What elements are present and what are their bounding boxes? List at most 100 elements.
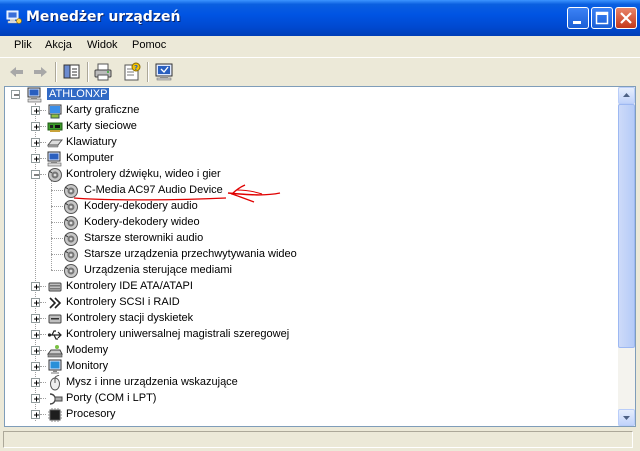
tree-connector [40, 350, 46, 351]
tree-category-row[interactable]: Kontrolery SCSI i RAID [31, 295, 591, 311]
tree-category-row[interactable]: Mysz i inne urządzenia wskazujące [31, 375, 591, 391]
plus-icon [34, 380, 39, 386]
tree-root-row[interactable]: ATHLONXP [11, 87, 211, 103]
tree-category-row[interactable]: Kontrolery dźwięku, wideo i gier [31, 167, 591, 183]
menu-widok[interactable]: Widok [87, 39, 118, 51]
tree-category-row[interactable]: Modemy [31, 343, 591, 359]
back-arrow-icon [10, 67, 23, 77]
keyboard-icon [47, 139, 63, 148]
tree-category-row[interactable]: Komputer [31, 151, 591, 167]
forward-arrow-icon [34, 67, 47, 77]
monitor-icon [48, 359, 62, 374]
scroll-up-button[interactable] [618, 87, 635, 104]
expand-toggle[interactable] [31, 154, 40, 163]
tree-category-row[interactable]: Kontrolery IDE ATA/ATAPI [31, 279, 591, 295]
tree-category-row[interactable]: Karty sieciowe [31, 119, 591, 135]
status-bar [0, 428, 640, 451]
expand-toggle[interactable] [31, 410, 40, 419]
maximize-button[interactable] [591, 7, 613, 29]
menu-akcja[interactable]: Akcja [45, 39, 72, 51]
device-tree[interactable]: ATHLONXP Karty graficzne Karty sieciowe Kl… [4, 86, 636, 427]
arrow-down-icon [623, 416, 630, 420]
sound-icon [64, 184, 78, 198]
tree-category-label: Kontrolery dźwięku, wideo i gier [66, 168, 221, 180]
tree-device-label: C-Media AC97 Audio Device [84, 184, 223, 196]
tree-connector [40, 302, 46, 303]
plus-icon [34, 412, 39, 418]
tree-device-row[interactable]: C-Media AC97 Audio Device [47, 183, 587, 199]
close-icon [620, 12, 632, 24]
plus-icon [34, 284, 39, 290]
expand-toggle[interactable] [31, 106, 40, 115]
sound-icon [48, 168, 62, 182]
device-manager-window: Menedżer urządzeń Plik Akcja Widok Pomoc [0, 0, 640, 451]
tree-device-row[interactable]: Kodery-dekodery audio [47, 199, 587, 215]
tree-category-label: Mysz i inne urządzenia wskazujące [66, 376, 238, 388]
tree-category-label: Modemy [66, 344, 109, 356]
expand-toggle[interactable] [31, 330, 40, 339]
title-bar[interactable]: Menedżer urządzeń [0, 0, 640, 36]
tree-connector [40, 398, 46, 399]
menu-plik[interactable]: Plik [14, 39, 32, 51]
tree-device-row[interactable]: Starsze urządzenia przechwytywania wideo [47, 247, 587, 263]
tree-category-row[interactable]: Kontrolery uniwersalnej magistrali szere… [31, 327, 591, 343]
usb-icon [47, 330, 62, 340]
tree-category-row[interactable]: Porty (COM i LPT) [31, 391, 591, 407]
expand-toggle[interactable] [31, 362, 40, 371]
modem-icon [47, 345, 63, 358]
close-button[interactable] [615, 7, 637, 29]
tree-device-row[interactable]: Starsze sterowniki audio [47, 231, 587, 247]
vertical-scrollbar[interactable] [618, 87, 635, 426]
scan-hardware-button[interactable] [153, 61, 175, 83]
properties-button[interactable]: ? [121, 61, 143, 83]
tree-category-row[interactable]: Karty graficzne [31, 103, 591, 119]
tree-category-label: Kontrolery SCSI i RAID [66, 296, 180, 308]
expand-toggle[interactable] [31, 394, 40, 403]
tree-device-label: Kodery-dekodery audio [84, 200, 198, 212]
minimize-button[interactable] [567, 7, 589, 29]
scroll-thumb[interactable] [618, 104, 635, 348]
sound-icon [64, 248, 78, 262]
tree-category-label: Klawiatury [66, 136, 117, 148]
tree-category-row[interactable]: Monitory [31, 359, 591, 375]
expand-toggle[interactable] [31, 138, 40, 147]
print-button[interactable] [92, 61, 114, 83]
device-manager-app-icon [6, 10, 22, 24]
toolbar-separator [87, 62, 89, 82]
plus-icon [34, 364, 39, 370]
expand-toggle[interactable] [31, 314, 40, 323]
collapse-toggle[interactable] [11, 90, 20, 99]
floppy-controller-icon [48, 314, 62, 324]
forward-button[interactable] [29, 61, 51, 83]
tree-category-row[interactable]: Procesory [31, 407, 591, 423]
menu-pomoc[interactable]: Pomoc [132, 39, 166, 51]
maximize-icon [595, 11, 609, 25]
show-hide-tree-button[interactable] [61, 61, 83, 83]
sound-icon [64, 232, 78, 246]
tree-connector [40, 174, 46, 175]
tree-connector [40, 142, 46, 143]
tree-device-label: Kodery-dekodery wideo [84, 216, 200, 228]
tree-connector [40, 158, 46, 159]
back-button[interactable] [6, 61, 28, 83]
expand-toggle[interactable] [31, 346, 40, 355]
tree-connector [40, 318, 46, 319]
tree-category-row[interactable]: Klawiatury [31, 135, 591, 151]
expand-toggle[interactable] [31, 378, 40, 387]
tree-device-label: Starsze sterowniki audio [84, 232, 204, 244]
window-title: Menedżer urządzeń [26, 9, 181, 25]
scroll-down-button[interactable] [618, 409, 635, 426]
tree-connector [40, 286, 46, 287]
expand-toggle[interactable] [31, 122, 40, 131]
tree-connector [40, 334, 46, 335]
tree-connector [40, 414, 46, 415]
plus-icon [34, 332, 39, 338]
tree-device-row[interactable]: Kodery-dekodery wideo [47, 215, 587, 231]
expand-toggle[interactable] [31, 282, 40, 291]
mouse-icon [50, 375, 60, 391]
scan-hardware-icon [155, 63, 173, 81]
expand-toggle[interactable] [31, 298, 40, 307]
collapse-toggle[interactable] [31, 170, 40, 179]
tree-category-row[interactable]: Kontrolery stacji dyskietek [31, 311, 591, 327]
tree-device-row[interactable]: Urządzenia sterujące mediami [47, 263, 587, 279]
